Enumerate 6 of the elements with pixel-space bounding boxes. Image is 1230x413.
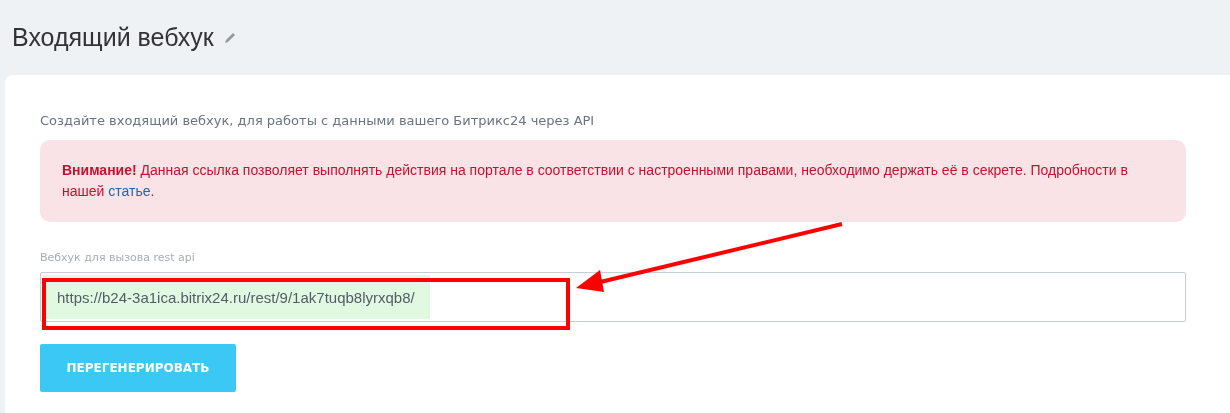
webhook-field[interactable]: https://b24-3a1ica.bitrix24.ru/rest/9/1ak7tuqb8lyrxqb8/ [40, 272, 1186, 322]
pencil-icon[interactable] [223, 31, 237, 44]
warning-message: Внимание! Данная ссылка позволяет выполнять действия на портале в соответствии с настроенными правами, необходимо держать её в секрете. Подробности в нашей статье. [40, 140, 1186, 222]
field-label: Вебхук для вызова rest api [40, 251, 196, 264]
page-title: Входящий вебхук [12, 23, 214, 52]
description-text: Создайте входящий вебхук, для работы с данными вашего Битрикс24 через API [40, 113, 596, 128]
